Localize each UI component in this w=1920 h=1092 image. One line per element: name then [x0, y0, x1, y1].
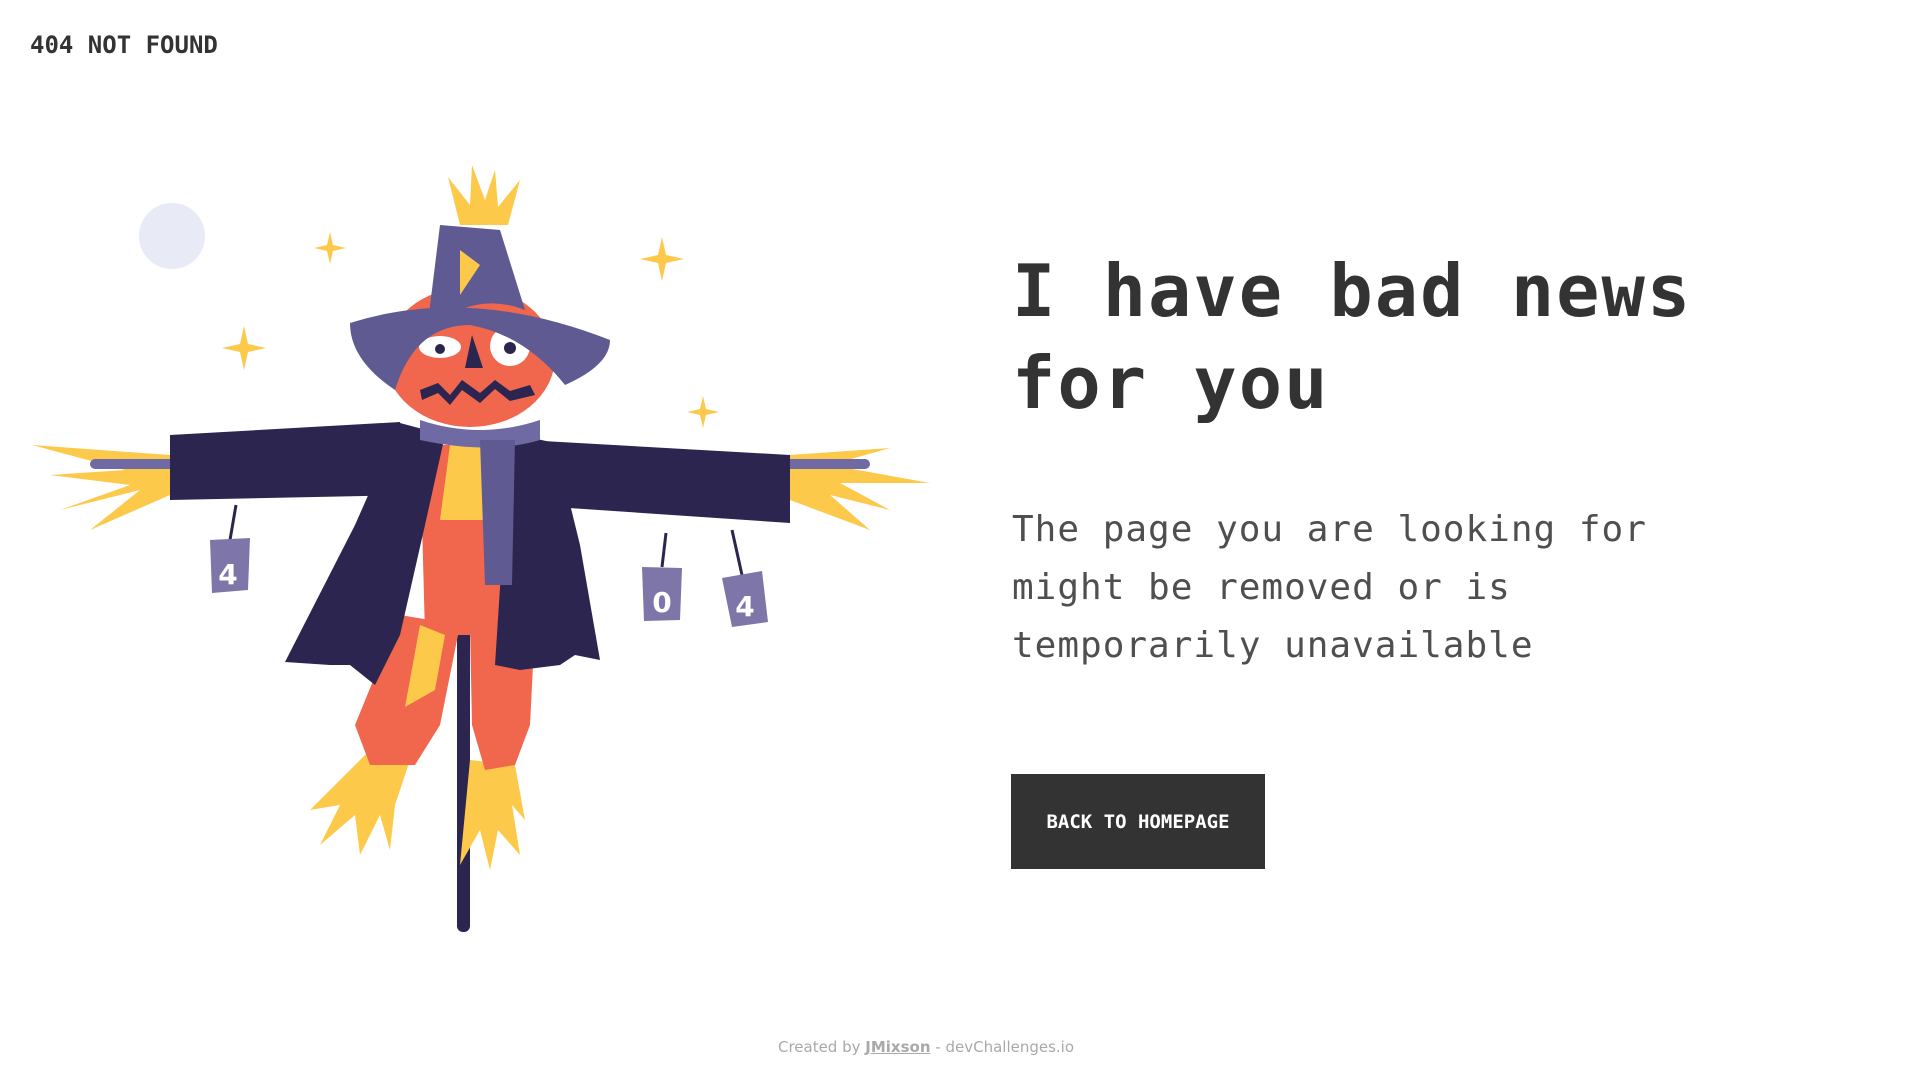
sparkle-icon — [314, 232, 346, 264]
sparkle-icon — [222, 326, 266, 370]
title-line-2: for you — [1012, 341, 1330, 425]
sparkle-icon — [687, 396, 719, 428]
left-hand-straw — [32, 445, 170, 530]
footer: Created by JMixson - devChallenges.io — [0, 1038, 1852, 1056]
description-line-3: temporarily unavailable — [1012, 625, 1534, 666]
scarf-tail — [480, 440, 515, 585]
page-title: I have bad news for you — [1012, 245, 1812, 429]
title-line-1: I have bad news — [1012, 249, 1693, 333]
footer-suffix: - devChallenges.io — [930, 1038, 1075, 1056]
scarecrow-illustration: 4 0 4 — [32, 165, 930, 932]
hair-straw — [448, 165, 520, 225]
can-label: 4 — [218, 558, 237, 591]
description-line-2: might be removed or is — [1012, 567, 1511, 608]
back-to-homepage-button[interactable]: BACK TO HOMEPAGE — [1011, 774, 1265, 869]
page-description: The page you are looking for might be re… — [1012, 501, 1732, 675]
can-label: 4 — [735, 590, 754, 623]
can-2: 0 — [642, 532, 682, 621]
sparkle-icon — [640, 237, 684, 281]
site-logo[interactable]: 404 NOT FOUND — [30, 31, 218, 59]
footer-prefix: Created by — [777, 1038, 866, 1056]
author-link[interactable]: JMixson — [865, 1038, 930, 1056]
moon-icon — [139, 203, 205, 269]
can-1: 4 — [210, 504, 250, 593]
description-line-1: The page you are looking for — [1012, 509, 1647, 550]
main-content: I have bad news for you The page you are… — [1012, 245, 1812, 675]
can-3: 4 — [722, 529, 768, 627]
feet-straw — [310, 755, 525, 870]
pole — [457, 595, 470, 932]
can-label: 0 — [652, 586, 671, 619]
